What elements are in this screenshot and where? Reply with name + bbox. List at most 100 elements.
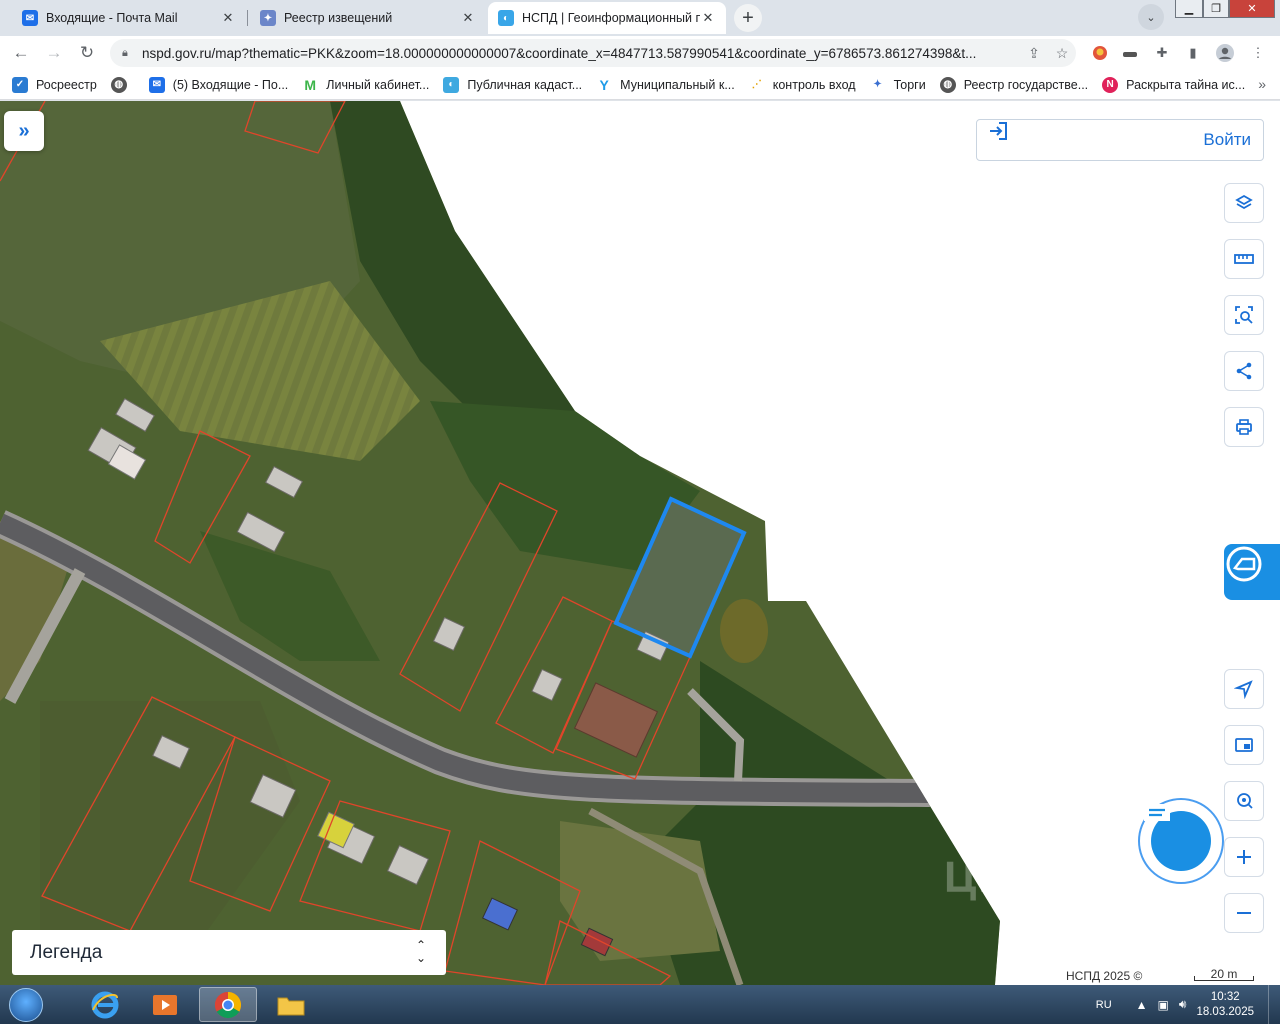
scale-line bbox=[1194, 976, 1254, 981]
more-bookmarks-icon[interactable]: » bbox=[1258, 76, 1266, 92]
bookmark-label: Публичная кадаст... bbox=[467, 77, 583, 92]
show-desktop-button[interactable] bbox=[1268, 985, 1280, 1024]
address-bar[interactable]: 🔒︎ nspd.gov.ru/map?thematic=PKK&zoom=18.… bbox=[110, 39, 1076, 67]
bookmark-label: Раскрыта тайна ис... bbox=[1126, 77, 1246, 92]
extension-icon[interactable] bbox=[1088, 42, 1112, 64]
bookmark-control[interactable]: ⋰ контроль вход bbox=[748, 76, 856, 93]
bookmark-torgi[interactable]: ✦ Торги bbox=[869, 76, 926, 93]
zoom-in-button[interactable] bbox=[1224, 837, 1264, 877]
side-panel-icon[interactable]: ▮ bbox=[1181, 42, 1205, 64]
chart-icon: ⋰ bbox=[748, 76, 765, 93]
search-location-icon bbox=[1237, 793, 1253, 809]
tab-separator bbox=[247, 10, 248, 26]
clock-time: 10:32 bbox=[1210, 990, 1240, 1003]
globe-icon: ◍ bbox=[939, 76, 956, 93]
ruler-icon bbox=[1234, 254, 1254, 264]
close-tab-icon[interactable]: ✕ bbox=[700, 10, 716, 26]
taskbar-ie[interactable] bbox=[76, 987, 134, 1022]
bookmark-secret[interactable]: N Раскрыта тайна ис... bbox=[1102, 76, 1246, 93]
bookmark-rosreestr[interactable]: ✓ Росреестр bbox=[12, 76, 97, 93]
cian-watermark: ЦИАН bbox=[944, 853, 1080, 902]
legend-panel[interactable]: Легенда ⌃ ⌄ bbox=[12, 930, 446, 975]
language-indicator[interactable]: RU bbox=[1096, 999, 1112, 1011]
extensions-puzzle-icon[interactable]: ✚ bbox=[1150, 42, 1174, 64]
tab-registry[interactable]: ✦ Реестр извещений ✕ bbox=[250, 2, 486, 34]
chrome-icon bbox=[214, 991, 242, 1018]
scale-bar: 20 m bbox=[1194, 967, 1254, 981]
new-tab-button[interactable]: + bbox=[734, 4, 762, 32]
bookmark-pkk[interactable]: ◐ Публичная кадаст... bbox=[443, 76, 583, 93]
bookmark-star-icon[interactable]: ☆ bbox=[1048, 45, 1076, 62]
bookmark-globe[interactable]: ◍ bbox=[110, 76, 135, 93]
find-point-button[interactable] bbox=[1224, 781, 1264, 821]
feedback-button[interactable] bbox=[1224, 544, 1280, 600]
back-button[interactable]: ← bbox=[9, 41, 33, 65]
tab-mail[interactable]: ✉ Входящие - Почта Mail ✕ bbox=[12, 2, 246, 34]
network-icon[interactable]: ▣ bbox=[1158, 998, 1169, 1012]
bookmark-inbox[interactable]: ✉ (5) Входящие - По... bbox=[148, 76, 288, 93]
taskbar-explorer[interactable] bbox=[262, 987, 320, 1022]
minimize-button[interactable]: ▁ bbox=[1175, 0, 1203, 18]
layers-button[interactable] bbox=[1224, 183, 1264, 223]
close-tab-icon[interactable]: ✕ bbox=[460, 10, 476, 26]
lock-icon: 🔒︎ bbox=[122, 47, 128, 59]
expand-collapse-icon[interactable]: ⌃ ⌄ bbox=[416, 939, 426, 965]
tab-search-button[interactable]: ⌄ bbox=[1138, 4, 1164, 30]
tab-title: НСПД | Геоинформационный п bbox=[522, 11, 700, 25]
bookmark-label: Муниципальный к... bbox=[620, 77, 735, 92]
share-button[interactable] bbox=[1224, 351, 1264, 391]
taskbar-chrome[interactable] bbox=[199, 987, 257, 1022]
windows-taskbar: RU ▲ ▣ 🔊︎ 10:32 18.03.2025 bbox=[0, 985, 1280, 1024]
map-viewport[interactable]: ЦИАН » Войти Легенда ⌃ ⌄ НСПД 2025 © 20 … bbox=[0, 101, 1280, 985]
pond bbox=[720, 599, 768, 663]
measure-button[interactable] bbox=[1224, 239, 1264, 279]
extension-hat-icon[interactable] bbox=[1118, 42, 1142, 64]
start-button[interactable] bbox=[4, 986, 48, 1023]
bookmark-label: Личный кабинет... bbox=[326, 77, 430, 92]
minimap-button[interactable] bbox=[1224, 725, 1264, 765]
expand-panel-button[interactable]: » bbox=[4, 111, 44, 151]
mail-icon: ✉ bbox=[148, 76, 165, 93]
satellite-map[interactable] bbox=[0, 101, 1280, 985]
print-button[interactable] bbox=[1224, 407, 1264, 447]
my-location-button[interactable] bbox=[1224, 669, 1264, 709]
close-window-button[interactable]: ✕ bbox=[1229, 0, 1275, 18]
profile-icon[interactable] bbox=[1213, 42, 1237, 64]
minus-icon bbox=[1237, 912, 1251, 914]
bookmark-cabinet[interactable]: M Личный кабинет... bbox=[302, 76, 430, 93]
bookmark-municipal[interactable]: Y Муниципальный к... bbox=[596, 76, 735, 93]
windows-logo-icon bbox=[9, 987, 43, 1022]
zoom-out-button[interactable] bbox=[1224, 893, 1264, 933]
bookmark-registry[interactable]: ◍ Реестр государстве... bbox=[939, 76, 1088, 93]
rosreestr-icon: ✓ bbox=[12, 76, 28, 93]
clock[interactable]: 10:32 18.03.2025 bbox=[1196, 990, 1254, 1020]
tab-title: Реестр извещений bbox=[284, 11, 393, 25]
bookmarks-bar: ✓ Росреестр ◍ ✉ (5) Входящие - По... M Л… bbox=[0, 70, 1280, 100]
chat-button[interactable] bbox=[1138, 798, 1224, 884]
menu-icon[interactable]: ⋮ bbox=[1246, 42, 1270, 64]
tab-nspd[interactable]: ◐ НСПД | Геоинформационный п ✕ bbox=[488, 2, 726, 34]
select-area-icon bbox=[1235, 306, 1253, 324]
close-tab-icon[interactable]: ✕ bbox=[220, 10, 236, 26]
emblem-icon: ✦ bbox=[869, 76, 886, 93]
m-logo-icon: M bbox=[302, 76, 319, 93]
reload-button[interactable]: ↻ bbox=[75, 41, 99, 65]
address-url[interactable]: nspd.gov.ru/map?thematic=PKK&zoom=18.000… bbox=[142, 46, 1020, 61]
bookmark-label: Торги bbox=[893, 77, 926, 92]
legend-title: Легенда bbox=[30, 941, 103, 963]
pkk-icon: ◐ bbox=[443, 76, 460, 93]
area-search-button[interactable] bbox=[1224, 295, 1264, 335]
chat-button-inner bbox=[1144, 804, 1211, 871]
show-hidden-icons-icon[interactable]: ▲ bbox=[1136, 998, 1148, 1012]
globe-icon: ◍ bbox=[110, 76, 127, 93]
login-button[interactable]: Войти bbox=[976, 119, 1264, 161]
maximize-button[interactable]: ❐ bbox=[1203, 0, 1229, 18]
login-label: Войти bbox=[1203, 130, 1251, 149]
share-icon bbox=[1236, 362, 1252, 380]
tab-title: Входящие - Почта Mail bbox=[46, 11, 178, 25]
volume-icon[interactable]: 🔊︎ bbox=[1179, 997, 1187, 1012]
share-icon[interactable]: ⇪ bbox=[1020, 45, 1048, 62]
forward-button[interactable]: → bbox=[42, 41, 66, 65]
taskbar-media[interactable] bbox=[136, 987, 194, 1022]
mail-icon: ✉ bbox=[22, 10, 38, 26]
